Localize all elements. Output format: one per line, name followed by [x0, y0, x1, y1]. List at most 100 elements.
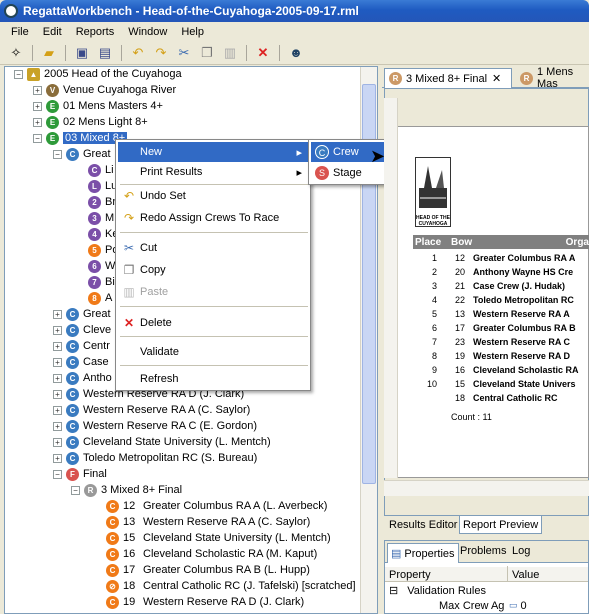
tree-item-event-3[interactable]: − E 03 Mixed 8+: [33, 130, 128, 146]
menu-edit[interactable]: Edit: [36, 26, 69, 38]
expand-icon[interactable]: +: [33, 85, 42, 95]
tree-item-crew[interactable]: + C Antho: [53, 370, 112, 386]
open-icon[interactable]: ▰: [39, 43, 59, 63]
cut-icon[interactable]: ✂: [174, 43, 194, 63]
delete-icon[interactable]: ✕: [253, 43, 273, 63]
menu-item-redo[interactable]: ↷ Redo Assign Crews To Race: [118, 208, 308, 228]
tree-item-event-1[interactable]: + E 01 Mens Masters 4+: [33, 98, 163, 114]
menu-item-undo[interactable]: ↶ Undo Set: [118, 186, 308, 206]
tree-item-crew[interactable]: + C Toledo Metropolitan RC (S. Bureau): [53, 450, 257, 466]
tab-log[interactable]: Log: [512, 545, 530, 557]
collapse-icon[interactable]: ⊟: [389, 585, 398, 597]
race-crew-item[interactable]: C 19 Western Reserve RA D (J. Clark): [106, 594, 304, 610]
menu-item-validate[interactable]: Validate: [118, 342, 308, 362]
new-icon[interactable]: ✧: [6, 43, 26, 63]
tree-item-race[interactable]: − R 3 Mixed 8+ Final: [71, 482, 182, 498]
tab-results-editor[interactable]: Results Editor: [386, 516, 460, 534]
undo-icon[interactable]: ↶: [128, 43, 148, 63]
tree-item-crew[interactable]: + C Cleve: [53, 322, 111, 338]
expand-icon[interactable]: +: [53, 309, 62, 319]
copy-icon[interactable]: ❐: [197, 43, 217, 63]
expand-icon[interactable]: +: [53, 437, 62, 447]
race-crew-item[interactable]: C 12 Greater Columbus RA A (L. Averbeck): [106, 498, 327, 514]
copy-icon: ❐: [123, 263, 135, 277]
expand-icon[interactable]: +: [53, 389, 62, 399]
report-row: 1 12 Greater Columbus RA A: [413, 251, 589, 265]
menu-help[interactable]: Help: [174, 26, 211, 38]
tree-item-sub[interactable]: C Li: [88, 162, 114, 178]
menu-item-print-results[interactable]: Print Results ▸: [118, 162, 308, 182]
tab-mens-masters[interactable]: R 1 Mens Mas: [516, 66, 589, 90]
tree-item-event-2[interactable]: + E 02 Mens Light 8+: [33, 114, 148, 130]
collapse-icon[interactable]: −: [71, 485, 80, 495]
props-group-row[interactable]: ⊟ Validation Rules: [389, 584, 486, 597]
tree-item-sub[interactable]: 4 Ke: [88, 226, 118, 242]
expand-icon[interactable]: +: [53, 325, 62, 335]
race-crew-item[interactable]: C 17 Greater Columbus RA B (L. Hupp): [106, 562, 310, 578]
close-icon[interactable]: ✕: [492, 72, 501, 85]
tree-item-sub[interactable]: 8A: [88, 290, 112, 306]
paste-icon[interactable]: ▥: [220, 43, 240, 63]
props-item-value[interactable]: ▭ 0: [509, 600, 527, 612]
redo-icon[interactable]: ↷: [151, 43, 171, 63]
tree-item-crew[interactable]: + C Western Reserve RA C (E. Gordon): [53, 418, 257, 434]
collapse-icon[interactable]: −: [53, 469, 62, 479]
report-row: 4 22 Toledo Metropolitan RC: [413, 293, 589, 307]
expand-icon[interactable]: +: [33, 117, 42, 127]
tree-item-sub[interactable]: 5 Po: [88, 242, 118, 258]
menu-separator: [120, 336, 308, 337]
race-crew-item[interactable]: ⊘ 18 Central Catholic RC (J. Tafelski) [sc…: [106, 578, 356, 594]
tree-item-final[interactable]: − F Final: [53, 466, 107, 482]
expand-icon[interactable]: +: [33, 101, 42, 111]
tree-item-sub[interactable]: 7 Bi: [88, 274, 115, 290]
tree-item-crew[interactable]: + C Case: [53, 354, 109, 370]
race-crew-item[interactable]: C 15 Cleveland State University (L. Mentch…: [106, 530, 331, 546]
tab-properties[interactable]: ▤ Properties: [387, 543, 459, 563]
tree-item-sub[interactable]: 2 Br: [88, 194, 116, 210]
save-icon[interactable]: ▣: [72, 43, 92, 63]
save-all-icon[interactable]: ▤: [95, 43, 115, 63]
value-icon: ▭: [509, 600, 518, 610]
tree-item-crew[interactable]: + C Cleveland State University (L. Mentch): [53, 434, 271, 450]
menu-item-cut[interactable]: ✂ Cut: [118, 238, 308, 258]
tree-item-group[interactable]: − C Great: [53, 146, 111, 162]
collapse-icon[interactable]: −: [14, 69, 23, 79]
tree-item-sub[interactable]: 6W: [88, 258, 115, 274]
tab-report-preview[interactable]: Report Preview: [459, 516, 543, 534]
menu-item-delete[interactable]: ✕ Delete: [118, 313, 308, 333]
menu-item-new[interactable]: New ▸: [118, 142, 308, 162]
race-crew-item[interactable]: C 13 Western Reserve RA A (C. Saylor): [106, 514, 310, 530]
menu-label: Refresh: [140, 373, 179, 385]
tab-mixed-8-final[interactable]: R 3 Mixed 8+ Final ✕: [384, 68, 512, 88]
menu-file[interactable]: File: [4, 26, 36, 38]
tree-item-sub[interactable]: L Lu: [88, 178, 117, 194]
report-row: 18 Central Catholic RC: [413, 391, 589, 405]
tree-label: Great: [83, 148, 111, 160]
tree-item-crew[interactable]: + C Great: [53, 306, 111, 322]
regatta-icon[interactable]: ☻: [286, 43, 306, 63]
tree-item-sub[interactable]: 3M: [88, 210, 114, 226]
expand-icon[interactable]: +: [53, 405, 62, 415]
tab-problems[interactable]: Problems: [460, 545, 506, 557]
preview-hscrollbar[interactable]: [384, 480, 589, 496]
tree-item-root[interactable]: − ▲ 2005 Head of the Cuyahoga: [14, 66, 182, 82]
race-icon: R: [389, 72, 402, 85]
tree-item-crew[interactable]: + C Western Reserve RA A (C. Saylor): [53, 402, 250, 418]
place: 2: [431, 267, 437, 277]
expand-icon[interactable]: +: [53, 421, 62, 431]
menu-item-refresh[interactable]: Refresh: [118, 369, 308, 389]
expand-icon[interactable]: +: [53, 357, 62, 367]
race-crew-item[interactable]: C 16 Cleveland Scholastic RA (M. Kaput): [106, 546, 317, 562]
preview-vscrollbar[interactable]: [384, 98, 398, 478]
expand-icon[interactable]: +: [53, 373, 62, 383]
expand-icon[interactable]: +: [53, 341, 62, 351]
menu-reports[interactable]: Reports: [69, 26, 122, 38]
collapse-icon[interactable]: −: [53, 149, 62, 159]
tree-item-crew[interactable]: + C Centr: [53, 338, 110, 354]
menu-window[interactable]: Window: [121, 26, 174, 38]
collapse-icon[interactable]: −: [33, 133, 42, 143]
expand-icon[interactable]: +: [53, 453, 62, 463]
menu-item-copy[interactable]: ❐ Copy: [118, 260, 308, 280]
toolbar-separator: [121, 44, 122, 61]
tree-item-venue[interactable]: + V Venue Cuyahoga River: [33, 82, 176, 98]
